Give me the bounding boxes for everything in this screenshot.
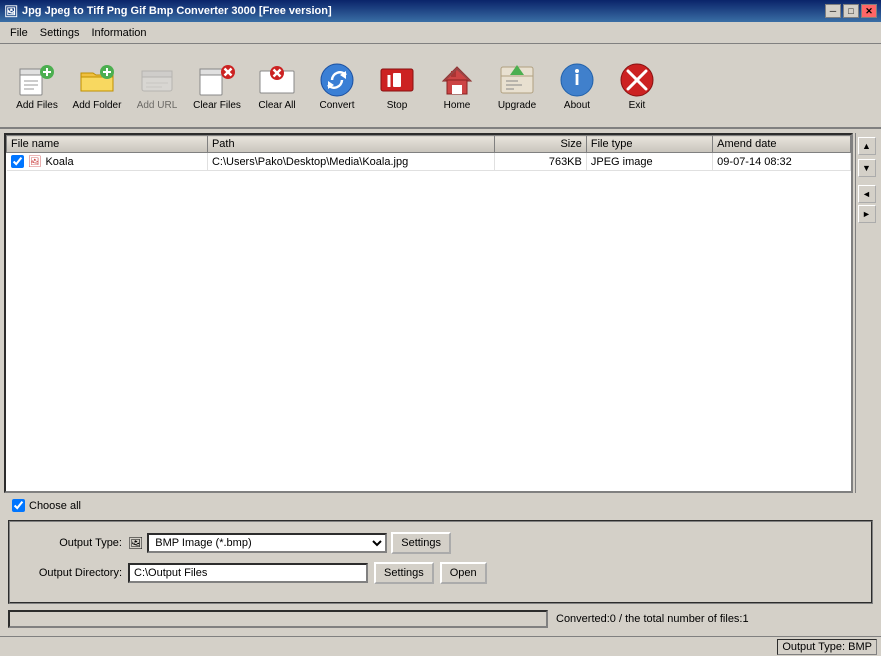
choose-all-checkbox[interactable] xyxy=(12,499,25,512)
clear-all-label: Clear All xyxy=(258,100,295,111)
close-button[interactable]: ✕ xyxy=(861,4,877,18)
title-bar-controls: ─ □ ✕ xyxy=(825,4,877,18)
app-icon: 🖼 xyxy=(4,5,18,18)
add-files-label: Add Files xyxy=(16,100,58,111)
home-icon xyxy=(437,60,477,100)
progress-bar xyxy=(8,610,548,628)
stop-label: Stop xyxy=(387,100,408,111)
upgrade-button[interactable]: Upgrade xyxy=(488,50,546,122)
app-title: Jpg Jpeg to Tiff Png Gif Bmp Converter 3… xyxy=(22,5,332,17)
upgrade-icon xyxy=(497,60,537,100)
cell-size: 763KB xyxy=(495,153,587,171)
row-checkbox[interactable] xyxy=(11,155,24,168)
title-bar-title: 🖼 Jpg Jpeg to Tiff Png Gif Bmp Converter… xyxy=(4,5,332,18)
output-type-row: Output Type: 🖼 BMP Image (*.bmp)JPEG Ima… xyxy=(22,532,859,554)
exit-button[interactable]: Exit xyxy=(608,50,666,122)
progress-row: Converted:0 / the total number of files:… xyxy=(8,610,873,628)
convert-icon xyxy=(317,60,357,100)
table-row[interactable]: 🖼 Koala C:\Users\Pako\Desktop\Media\Koal… xyxy=(7,153,851,171)
add-folder-label: Add Folder xyxy=(73,100,122,111)
file-name: Koala xyxy=(45,156,73,168)
choose-all-label: Choose all xyxy=(29,500,81,512)
output-type-select[interactable]: BMP Image (*.bmp)JPEG Image (*.jpg)PNG I… xyxy=(147,533,387,553)
convert-button[interactable]: Convert xyxy=(308,50,366,122)
col-header-size: Size xyxy=(495,136,587,153)
cell-path: C:\Users\Pako\Desktop\Media\Koala.jpg xyxy=(207,153,494,171)
home-button[interactable]: Home xyxy=(428,50,486,122)
add-url-label: Add URL xyxy=(137,100,178,111)
side-btn-left[interactable]: ◄ xyxy=(858,185,876,203)
add-folder-button[interactable]: Add Folder xyxy=(68,50,126,122)
col-header-date: Amend date xyxy=(713,136,851,153)
cell-date: 09-07-14 08:32 xyxy=(713,153,851,171)
add-url-button: Add URL xyxy=(128,50,186,122)
clear-files-button[interactable]: Clear Files xyxy=(188,50,246,122)
side-btn-down[interactable]: ▼ xyxy=(858,159,876,177)
toolbar: Add Files Add Folder Add URL xyxy=(0,44,881,129)
maximize-button[interactable]: □ xyxy=(843,4,859,18)
bmp-icon: 🖼 xyxy=(128,536,143,550)
stop-icon xyxy=(377,60,417,100)
exit-label: Exit xyxy=(629,100,646,111)
add-url-icon xyxy=(137,60,177,100)
col-header-path: Path xyxy=(207,136,494,153)
output-directory-row: Output Directory: Settings Open xyxy=(22,562,859,584)
status-output-type: Output Type: BMP xyxy=(777,639,877,655)
output-select-wrapper: 🖼 BMP Image (*.bmp)JPEG Image (*.jpg)PNG… xyxy=(128,532,451,554)
file-icon: 🖼 xyxy=(28,155,42,168)
clear-all-button[interactable]: Clear All xyxy=(248,50,306,122)
side-panel: ▲ ▼ ◄ ► xyxy=(855,133,877,493)
title-bar: 🖼 Jpg Jpeg to Tiff Png Gif Bmp Converter… xyxy=(0,0,881,22)
convert-label: Convert xyxy=(319,100,354,111)
menu-file[interactable]: File xyxy=(4,25,34,41)
minimize-button[interactable]: ─ xyxy=(825,4,841,18)
cell-type: JPEG image xyxy=(586,153,712,171)
col-header-name: File name xyxy=(7,136,208,153)
bottom-section: Choose all Output Type: 🖼 BMP Image (*.b… xyxy=(0,493,881,636)
menu-information[interactable]: Information xyxy=(85,25,152,41)
side-btn-up[interactable]: ▲ xyxy=(858,137,876,155)
output-type-label: Output Type: xyxy=(22,537,122,549)
cell-name: 🖼 Koala xyxy=(7,153,208,171)
exit-icon xyxy=(617,60,657,100)
file-list: File name Path Size File type Amend date xyxy=(4,133,853,493)
output-directory-settings-button[interactable]: Settings xyxy=(374,562,434,584)
home-label: Home xyxy=(444,100,471,111)
output-panel: Output Type: 🖼 BMP Image (*.bmp)JPEG Ima… xyxy=(8,520,873,604)
open-button[interactable]: Open xyxy=(440,562,487,584)
about-icon: i xyxy=(557,60,597,100)
side-btn-right[interactable]: ► xyxy=(858,205,876,223)
add-files-icon xyxy=(17,60,57,100)
col-header-type: File type xyxy=(586,136,712,153)
clear-files-icon xyxy=(197,60,237,100)
stop-button[interactable]: Stop xyxy=(368,50,426,122)
converted-text: Converted:0 / the total number of files:… xyxy=(556,613,749,625)
clear-files-label: Clear Files xyxy=(193,100,241,111)
add-files-button[interactable]: Add Files xyxy=(8,50,66,122)
upgrade-label: Upgrade xyxy=(498,100,536,111)
about-label: About xyxy=(564,100,590,111)
status-bar: Output Type: BMP xyxy=(0,636,881,656)
clear-all-icon xyxy=(257,60,297,100)
output-directory-input[interactable] xyxy=(128,563,368,583)
about-button[interactable]: i About xyxy=(548,50,606,122)
menu-settings[interactable]: Settings xyxy=(34,25,86,41)
output-directory-label: Output Directory: xyxy=(22,567,122,579)
menu-bar: File Settings Information xyxy=(0,22,881,44)
output-type-settings-button[interactable]: Settings xyxy=(391,532,451,554)
add-folder-icon xyxy=(77,60,117,100)
choose-all-row: Choose all xyxy=(8,497,873,514)
